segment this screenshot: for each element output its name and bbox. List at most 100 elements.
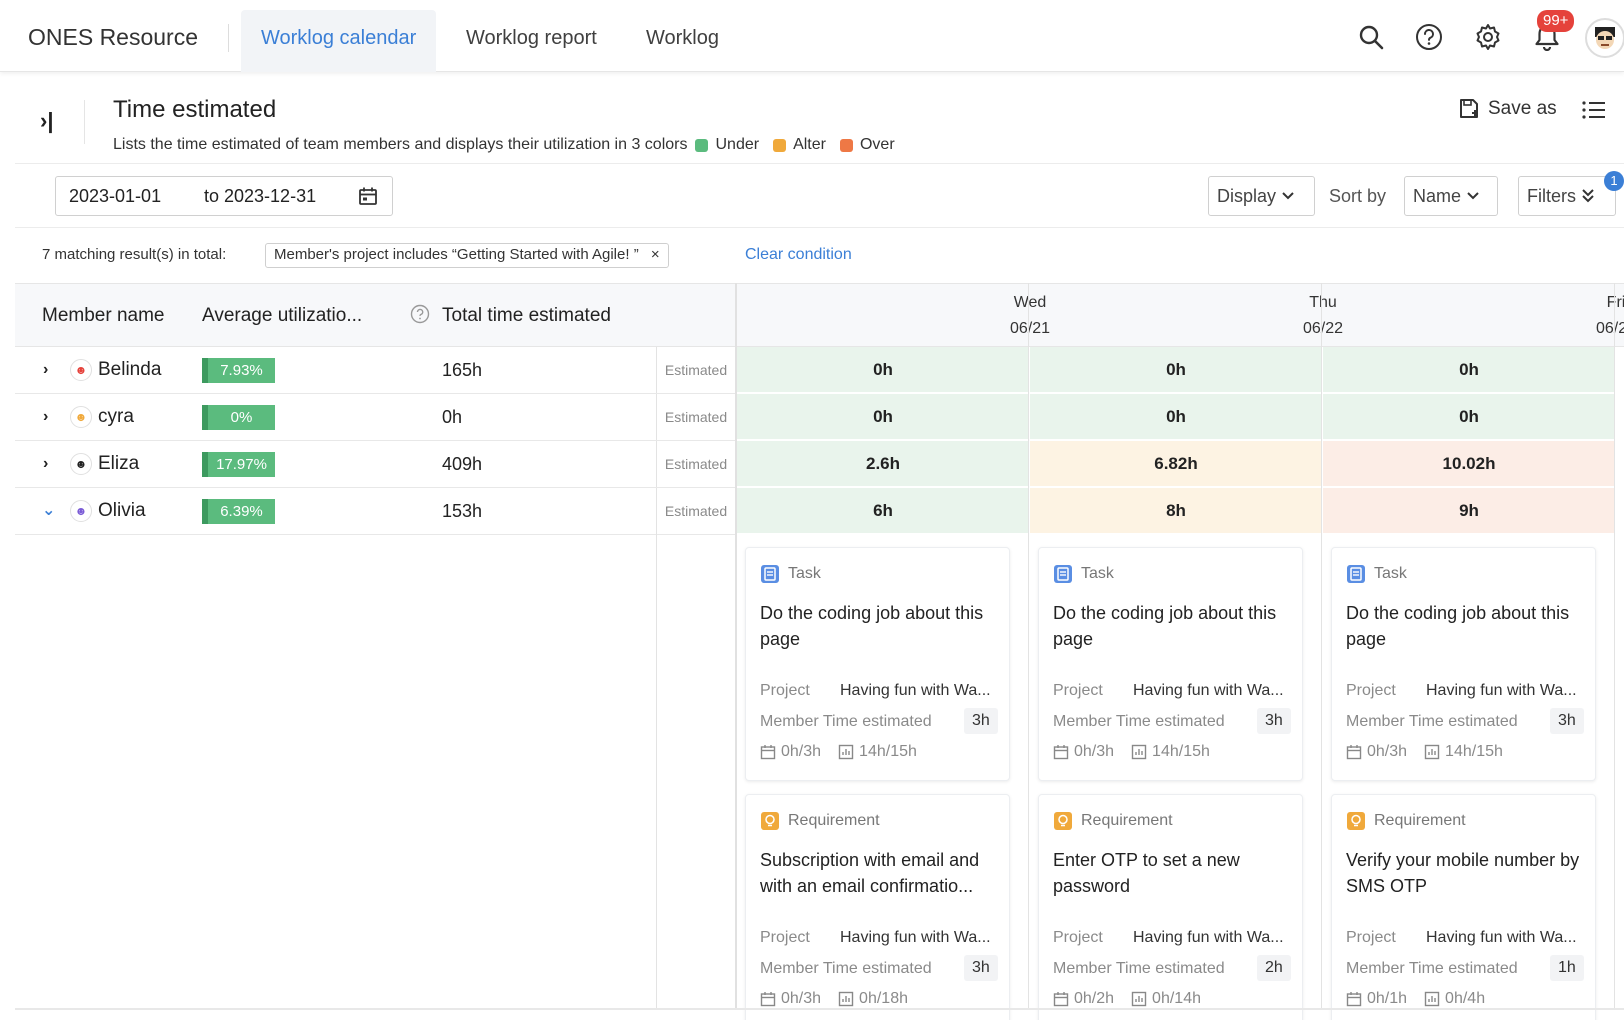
- list-view-icon[interactable]: [1582, 100, 1606, 125]
- close-icon[interactable]: ×: [651, 246, 660, 263]
- chevron-down-icon[interactable]: ⌄: [42, 500, 55, 520]
- day-cell[interactable]: 8h: [1030, 488, 1322, 534]
- grid-divider: [735, 283, 737, 1010]
- card-title[interactable]: Verify your mobile number by SMS OTP: [1346, 847, 1591, 899]
- chevron-down-icon: [1467, 192, 1479, 200]
- stat-total: 0h/4h: [1445, 990, 1486, 1007]
- card-type: Requirement: [760, 811, 880, 831]
- search-icon[interactable]: [1356, 22, 1386, 52]
- calendar-icon: [760, 992, 776, 1007]
- utilization-badge: 6.39%: [202, 499, 275, 524]
- utilization-header[interactable]: Average utilizatio...: [202, 305, 362, 327]
- condition-chip[interactable]: Member's project includes “Getting Start…: [265, 243, 669, 268]
- day-cell[interactable]: 10.02h: [1323, 441, 1615, 487]
- day-cell[interactable]: 0h: [1323, 347, 1615, 393]
- collapse-sidebar-icon[interactable]: ›|: [40, 108, 53, 134]
- chevron-right-icon[interactable]: ›: [43, 361, 48, 379]
- tab-worklog-report[interactable]: Worklog report: [446, 10, 617, 72]
- chevron-right-icon[interactable]: ›: [43, 408, 48, 426]
- day-cell[interactable]: 0h: [1030, 394, 1322, 440]
- table-row[interactable]: › ☻ Belinda 7.93% 165h Estimated: [15, 347, 735, 394]
- day-cell[interactable]: 6.82h: [1030, 441, 1322, 487]
- table-row[interactable]: › ☻ Eliza 17.97% 409h Estimated: [15, 441, 735, 488]
- bar-chart-icon: [1424, 744, 1440, 760]
- card-title[interactable]: Do the coding job about this page: [1346, 600, 1591, 652]
- day-cell[interactable]: 0h: [1323, 394, 1615, 440]
- sort-value: Name: [1413, 185, 1462, 206]
- table-row[interactable]: ⌄ ☻ Olivia 6.39% 153h Estimated: [15, 488, 735, 535]
- filters-button[interactable]: Filters: [1518, 176, 1616, 216]
- card-title[interactable]: Do the coding job about this page: [1053, 600, 1298, 652]
- requirement-card[interactable]: Requirement Subscription with email and …: [745, 794, 1010, 1020]
- day-cell[interactable]: 6h: [737, 488, 1029, 534]
- top-nav: ONES Resource Worklog calendar Worklog r…: [0, 0, 1624, 72]
- total-time-header[interactable]: Total time estimated: [442, 305, 611, 327]
- member-name: Eliza: [98, 453, 140, 474]
- card-type: Task: [760, 564, 821, 584]
- stat-total: 14h/15h: [1445, 743, 1503, 760]
- task-card[interactable]: Task Do the coding job about this page P…: [1331, 547, 1596, 781]
- member-name: Olivia: [98, 500, 146, 521]
- day-cell[interactable]: 0h: [737, 347, 1029, 393]
- card-type-label: Task: [1374, 565, 1407, 582]
- save-as-label: Save as: [1488, 98, 1557, 119]
- header-divider: [84, 100, 85, 144]
- save-as-button[interactable]: Save as: [1458, 98, 1557, 120]
- table-row[interactable]: › ☻ cyra 0% 0h Estimated: [15, 394, 735, 441]
- day-cell[interactable]: 9h: [1323, 488, 1615, 534]
- legend-over-label: Over: [859, 136, 895, 153]
- calendar-icon: [1346, 745, 1362, 760]
- day-cell[interactable]: 0h: [1030, 347, 1322, 393]
- task-icon: [1054, 565, 1072, 583]
- help-icon[interactable]: [1414, 22, 1444, 52]
- card-type: Task: [1053, 564, 1114, 584]
- legend-under-label: Under: [715, 136, 760, 153]
- card-type: Requirement: [1346, 811, 1466, 831]
- date-to[interactable]: to 2023-12-31: [204, 186, 316, 207]
- estimated-label: Estimated: [656, 394, 735, 440]
- utilization-badge: 0%: [202, 405, 275, 430]
- card-title[interactable]: Subscription with email and with an emai…: [760, 847, 1005, 899]
- date-range-picker[interactable]: 2023-01-01 to 2023-12-31: [55, 176, 393, 216]
- gear-icon[interactable]: [1473, 22, 1503, 52]
- card-stats: 0h/3h 14h/15h: [1053, 743, 1210, 761]
- card-type-label: Task: [1081, 565, 1114, 582]
- total-time: 409h: [442, 454, 483, 474]
- sort-dropdown[interactable]: Name: [1404, 176, 1498, 216]
- project-label: Project: [760, 682, 810, 699]
- display-label: Display: [1217, 185, 1277, 206]
- card-title[interactable]: Enter OTP to set a new password: [1053, 847, 1298, 899]
- project-value: Having fun with Wa...: [1426, 929, 1577, 946]
- help-icon[interactable]: [410, 304, 430, 329]
- card-title[interactable]: Do the coding job about this page: [760, 600, 1005, 652]
- card-type-label: Requirement: [1374, 812, 1466, 829]
- calendar-icon[interactable]: [358, 186, 378, 211]
- stat-actual: 0h/1h: [1367, 990, 1408, 1007]
- day-cell[interactable]: 2.6h: [737, 441, 1029, 487]
- day-cell[interactable]: 0h: [737, 394, 1029, 440]
- chevron-right-icon[interactable]: ›: [43, 455, 48, 473]
- chevron-down-icon: [1282, 192, 1294, 200]
- member-name-header[interactable]: Member name: [42, 305, 165, 327]
- display-dropdown[interactable]: Display: [1208, 176, 1315, 216]
- card-type: Task: [1346, 564, 1407, 584]
- requirement-card[interactable]: Requirement Enter OTP to set a new passw…: [1038, 794, 1303, 1020]
- day-header: Wed 06/21: [737, 284, 1050, 346]
- calendar-icon: [1346, 992, 1362, 1007]
- tab-worklog-calendar[interactable]: Worklog calendar: [241, 10, 437, 72]
- bar-chart-icon: [838, 744, 854, 760]
- horizontal-scrollbar[interactable]: [15, 1008, 1624, 1010]
- project-value: Having fun with Wa...: [840, 929, 991, 946]
- card-type-label: Requirement: [1081, 812, 1173, 829]
- task-card[interactable]: Task Do the coding job about this page P…: [745, 547, 1010, 781]
- user-avatar[interactable]: [1585, 18, 1624, 58]
- description-text: Lists the time estimated of team members…: [113, 136, 688, 153]
- member-name: Belinda: [98, 359, 162, 380]
- calendar-header: Wed 06/21 Thu 06/22 Fri 06/23: [735, 283, 1624, 347]
- task-card[interactable]: Task Do the coding job about this page P…: [1038, 547, 1303, 781]
- date-from[interactable]: 2023-01-01: [69, 186, 161, 207]
- tab-worklog[interactable]: Worklog: [626, 10, 739, 72]
- project-value: Having fun with Wa...: [840, 682, 991, 699]
- requirement-card[interactable]: Requirement Verify your mobile number by…: [1331, 794, 1596, 1020]
- clear-condition-link[interactable]: Clear condition: [745, 246, 852, 264]
